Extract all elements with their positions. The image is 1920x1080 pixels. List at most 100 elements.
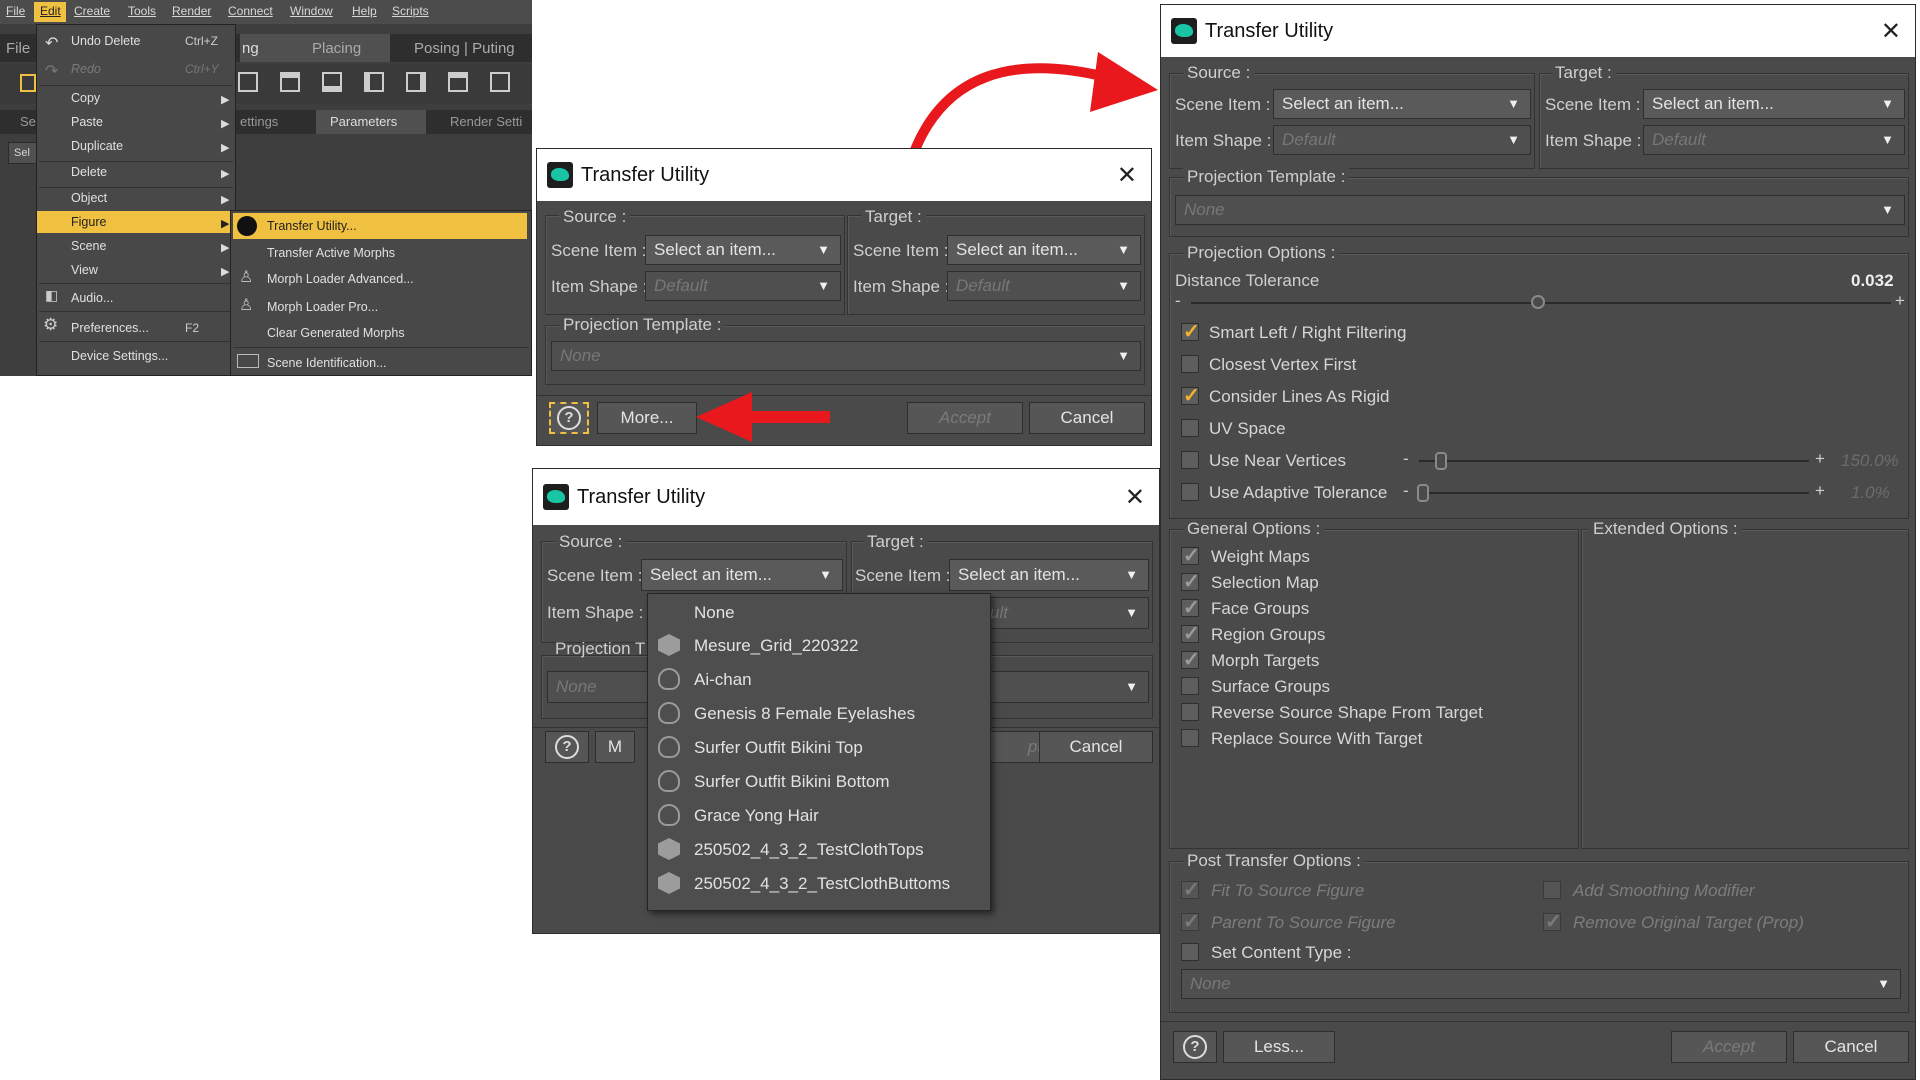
more-button-partial[interactable]: M <box>595 731 635 763</box>
menu-item-figure-highlight[interactable] <box>37 211 235 233</box>
help-button[interactable]: ? <box>549 402 589 434</box>
adaptive-tolerance-knob[interactable] <box>1417 484 1429 502</box>
cancel-button[interactable]: Cancel <box>1793 1031 1909 1063</box>
source-scene-item-select-open[interactable]: Select an item... ▼ <box>641 559 843 591</box>
menu-item-duplicate[interactable]: Duplicate <box>71 139 123 153</box>
tab-render-settings[interactable]: Render Setti <box>450 114 522 129</box>
menu-file[interactable]: File <box>6 4 25 18</box>
submenu-item-morph-loader-advanced[interactable]: Morph Loader Advanced... <box>267 272 414 286</box>
selection-map-checkbox[interactable] <box>1181 569 1200 594</box>
target-scene-item-select[interactable]: Select an item... ▼ <box>949 559 1149 591</box>
dropdown-option-none[interactable]: None <box>694 603 735 623</box>
plus-icon[interactable]: + <box>1815 449 1825 469</box>
submenu-item-scene-identification[interactable]: Scene Identification... <box>267 356 387 370</box>
region-groups-checkbox[interactable] <box>1181 621 1200 646</box>
minus-icon[interactable]: - <box>1403 481 1409 501</box>
menu-item-scene[interactable]: Scene <box>71 239 106 253</box>
menu-item-view[interactable]: View <box>71 263 98 277</box>
menu-create[interactable]: Create <box>74 4 110 18</box>
use-near-vertices-checkbox[interactable] <box>1181 451 1199 469</box>
tab-se[interactable]: Se <box>20 114 36 129</box>
help-button[interactable]: ? <box>545 731 589 763</box>
toolbar-icon[interactable] <box>20 74 36 92</box>
distance-tolerance-knob[interactable] <box>1531 295 1545 309</box>
set-content-type-checkbox[interactable] <box>1181 943 1199 961</box>
dropdown-option[interactable]: Ai-chan <box>694 670 752 690</box>
target-scene-item-select[interactable]: Select an item... ▼ <box>1643 89 1905 119</box>
menu-item-copy[interactable]: Copy <box>71 91 100 105</box>
smart-left-right-checkbox[interactable] <box>1181 319 1200 344</box>
menu-item-device-settings[interactable]: Device Settings... <box>71 349 168 363</box>
content-type-select[interactable]: None ▼ <box>1181 969 1901 999</box>
tab-ng[interactable]: ng <box>242 40 259 57</box>
cancel-button[interactable]: Cancel <box>1029 402 1145 434</box>
more-button[interactable]: More... <box>597 402 697 434</box>
tab-posing[interactable]: Posing | Puting <box>414 40 515 57</box>
source-scene-item-select[interactable]: Select an item... ▼ <box>645 235 841 265</box>
source-scene-item-select[interactable]: Select an item... ▼ <box>1273 89 1531 119</box>
menu-item-preferences[interactable]: Preferences... <box>71 321 149 335</box>
layout-icon-1[interactable] <box>238 72 258 92</box>
menu-tools[interactable]: Tools <box>128 4 156 18</box>
target-scene-item-select[interactable]: Select an item... ▼ <box>947 235 1141 265</box>
layout-icon-3[interactable] <box>322 72 342 92</box>
submenu-item-clear-generated-morphs[interactable]: Clear Generated Morphs <box>267 326 405 340</box>
plus-icon[interactable]: + <box>1895 291 1905 311</box>
menu-item-delete[interactable]: Delete <box>71 165 107 179</box>
help-button[interactable]: ? <box>1173 1031 1217 1063</box>
near-vertices-slider[interactable] <box>1419 460 1809 462</box>
tab-placing[interactable]: Placing <box>312 40 361 57</box>
menu-help[interactable]: Help <box>352 4 377 18</box>
submenu-item-morph-loader-pro[interactable]: Morph Loader Pro... <box>267 300 378 314</box>
close-icon[interactable]: ✕ <box>1881 17 1901 46</box>
closest-vertex-checkbox[interactable] <box>1181 355 1199 373</box>
morph-targets-checkbox[interactable] <box>1181 647 1200 672</box>
source-item-shape-select[interactable]: Default ▼ <box>645 271 841 301</box>
adaptive-tolerance-slider[interactable] <box>1419 492 1809 494</box>
source-item-shape-select[interactable]: Default ▼ <box>1273 125 1531 155</box>
dropdown-option[interactable]: Grace Yong Hair <box>694 806 819 826</box>
menu-render[interactable]: Render <box>172 4 211 18</box>
minus-icon[interactable]: - <box>1175 291 1181 311</box>
close-icon[interactable]: ✕ <box>1117 161 1137 190</box>
layout-icon-4[interactable] <box>364 72 384 92</box>
target-item-shape-select[interactable]: Default ▼ <box>947 271 1141 301</box>
plus-icon[interactable]: + <box>1815 481 1825 501</box>
tab-settings[interactable]: ettings <box>240 114 278 129</box>
layout-icon-2[interactable] <box>280 72 300 92</box>
dropdown-option[interactable]: Genesis 8 Female Eyelashes <box>694 704 915 724</box>
target-item-shape-select[interactable]: Default ▼ <box>1643 125 1905 155</box>
dropdown-option[interactable]: 250502_4_3_2_TestClothButtoms <box>694 874 950 894</box>
projection-template-select[interactable]: None ▼ <box>1175 195 1905 225</box>
less-button[interactable]: Less... <box>1223 1031 1335 1063</box>
reverse-source-shape-checkbox[interactable] <box>1181 703 1199 721</box>
menu-window[interactable]: Window <box>290 4 333 18</box>
sel-tab[interactable]: Sel <box>8 142 38 164</box>
minus-icon[interactable]: - <box>1403 449 1409 469</box>
face-groups-checkbox[interactable] <box>1181 595 1200 620</box>
weight-maps-checkbox[interactable] <box>1181 543 1200 568</box>
layout-icon-5[interactable] <box>406 72 426 92</box>
menu-item-paste[interactable]: Paste <box>71 115 103 129</box>
projection-template-select[interactable]: None ▼ <box>551 341 1141 371</box>
tab-file[interactable]: File <box>6 40 30 57</box>
use-adaptive-tolerance-checkbox[interactable] <box>1181 483 1199 501</box>
menu-connect[interactable]: Connect <box>228 4 273 18</box>
cancel-button[interactable]: Cancel <box>1039 731 1153 763</box>
dropdown-option[interactable]: Mesure_Grid_220322 <box>694 636 858 656</box>
layout-icon-7[interactable] <box>490 72 510 92</box>
dropdown-option[interactable]: 250502_4_3_2_TestClothTops <box>694 840 924 860</box>
menu-item-audio[interactable]: Audio... <box>71 291 113 305</box>
submenu-item-transfer-active-morphs[interactable]: Transfer Active Morphs <box>267 246 395 260</box>
layout-icon-6[interactable] <box>448 72 468 92</box>
menu-item-undo-delete[interactable]: Undo Delete <box>71 34 141 48</box>
uv-space-checkbox[interactable] <box>1181 419 1199 437</box>
near-vertices-knob[interactable] <box>1435 452 1447 470</box>
menu-scripts[interactable]: Scripts <box>392 4 429 18</box>
tab-parameters[interactable]: Parameters <box>330 114 397 129</box>
surface-groups-checkbox[interactable] <box>1181 677 1199 695</box>
dropdown-option[interactable]: Surfer Outfit Bikini Bottom <box>694 772 890 792</box>
menu-item-object[interactable]: Object <box>71 191 107 205</box>
dropdown-option[interactable]: Surfer Outfit Bikini Top <box>694 738 863 758</box>
replace-source-checkbox[interactable] <box>1181 729 1199 747</box>
